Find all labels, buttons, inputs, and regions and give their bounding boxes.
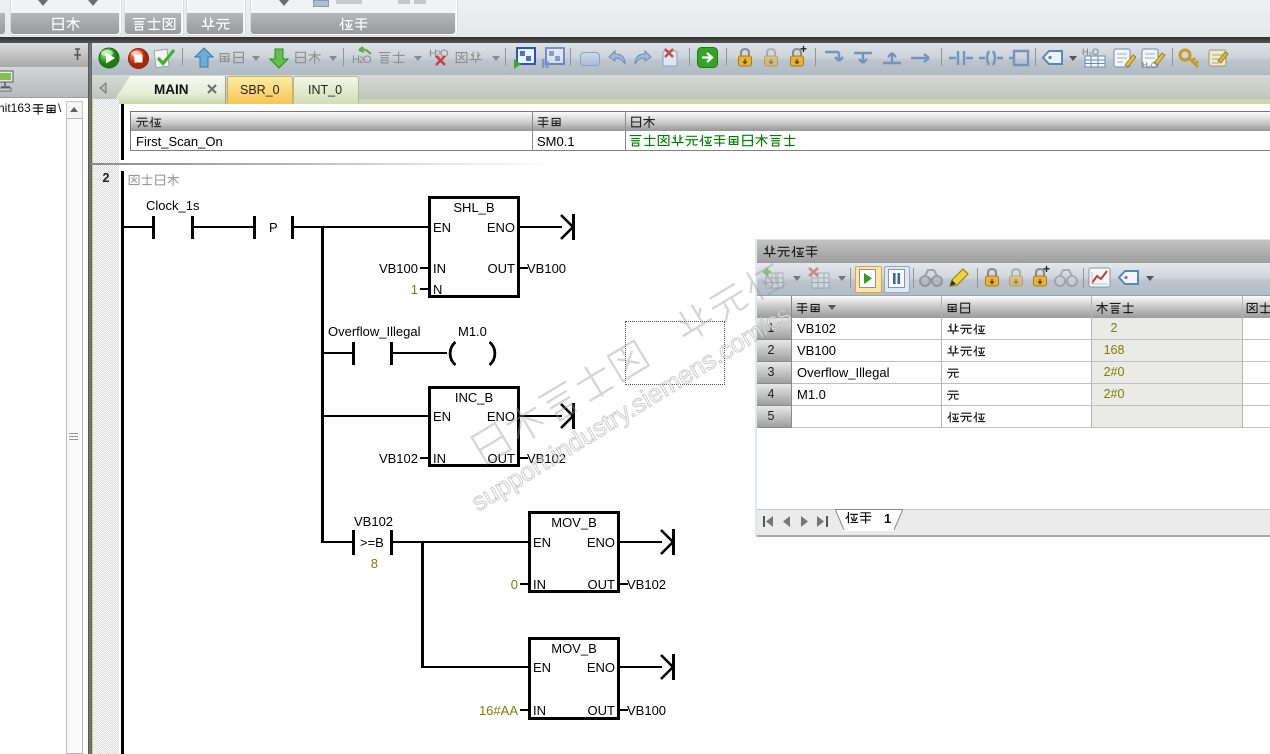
svg-text:H₂O: H₂O [1142, 61, 1157, 69]
